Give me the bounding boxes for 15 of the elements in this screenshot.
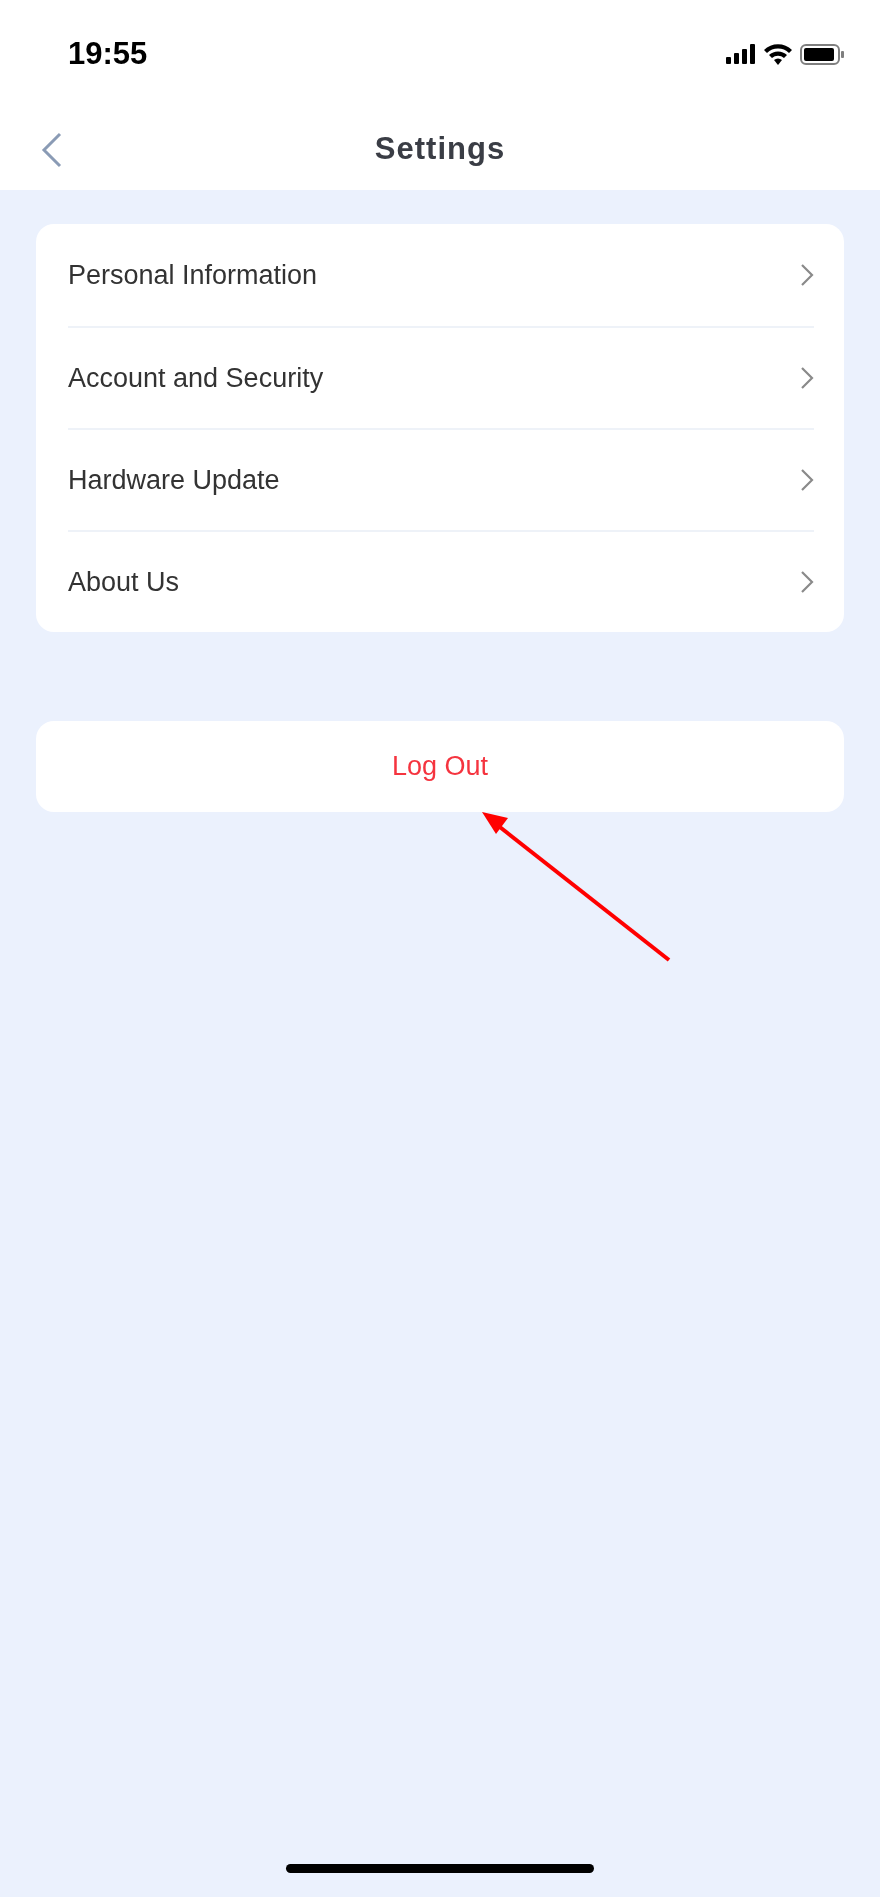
wifi-icon (764, 43, 792, 65)
chevron-right-icon (800, 570, 814, 594)
battery-icon (800, 43, 844, 65)
chevron-right-icon (800, 263, 814, 287)
menu-item[interactable]: About Us (68, 530, 814, 632)
back-icon (40, 131, 64, 169)
menu-item[interactable]: Personal Information (68, 224, 814, 326)
signal-icon (726, 44, 756, 64)
status-time: 19:55 (68, 36, 148, 72)
menu-item[interactable]: Account and Security (68, 326, 814, 428)
log-out-button[interactable]: Log Out (36, 721, 844, 812)
chevron-right-icon (800, 366, 814, 390)
chevron-right-icon (800, 468, 814, 492)
page-title: Settings (374, 131, 506, 167)
menu-item[interactable]: Hardware Update (68, 428, 814, 530)
